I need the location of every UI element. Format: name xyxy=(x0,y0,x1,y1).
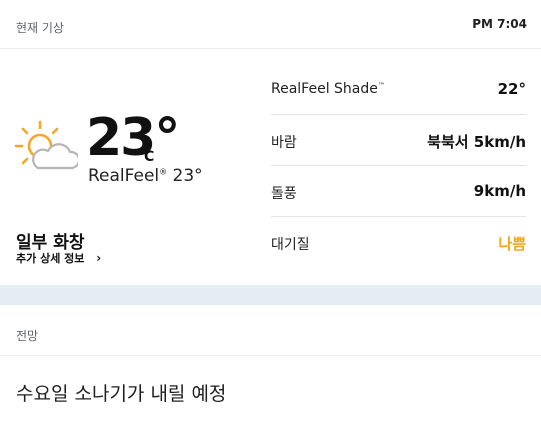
detail-label: RealFeel Shade™ xyxy=(271,81,385,97)
forecast-title: 전망 xyxy=(16,329,39,343)
header-title: 현재 기상 xyxy=(16,21,64,35)
current-weather-card: 현재 기상 PM 7:04 23° C RealFeel® 23° 일부 화창 … xyxy=(0,0,541,285)
detail-row-realfeel-shade: RealFeel Shade™ 22° xyxy=(271,64,526,115)
forecast-header: 전망 xyxy=(0,305,541,356)
section-divider xyxy=(0,285,541,305)
detail-row-air-quality: 대기질 나쁨 xyxy=(271,217,526,267)
detail-label: 대기질 xyxy=(271,237,310,253)
detail-label: 바람 xyxy=(271,135,297,151)
more-details-label: 추가 상세 정보 xyxy=(16,252,85,265)
weather-details-list: RealFeel Shade™ 22° 바람 북북서 5km/h 돌풍 9km/… xyxy=(271,64,526,267)
detail-label: 돌풍 xyxy=(271,186,297,202)
more-details-link[interactable]: 추가 상세 정보 › xyxy=(16,250,101,266)
realfeel-mark: ® xyxy=(159,167,168,177)
detail-row-gust: 돌풍 9km/h xyxy=(271,166,526,217)
air-quality-value: 나쁨 xyxy=(498,235,526,253)
detail-value: 22° xyxy=(497,80,526,98)
realfeel-reading: RealFeel® 23° xyxy=(88,166,203,186)
temperature-unit: C xyxy=(144,149,155,165)
partly-sunny-icon xyxy=(14,120,78,170)
detail-row-wind: 바람 북북서 5km/h xyxy=(271,115,526,166)
current-temperature: 23° xyxy=(86,108,180,168)
realfeel-value: 23° xyxy=(172,166,203,186)
detail-value: 9km/h xyxy=(473,182,526,200)
current-weather-header: 현재 기상 PM 7:04 xyxy=(0,0,541,49)
forecast-text: 수요일 소나기가 내릴 예정 xyxy=(16,383,227,405)
detail-value: 북북서 5km/h xyxy=(427,133,526,151)
chevron-right-icon: › xyxy=(96,251,102,265)
current-time: PM 7:04 xyxy=(472,17,527,31)
forecast-card: 전망 수요일 소나기가 내릴 예정 xyxy=(0,305,541,421)
realfeel-label: RealFeel xyxy=(88,166,160,186)
